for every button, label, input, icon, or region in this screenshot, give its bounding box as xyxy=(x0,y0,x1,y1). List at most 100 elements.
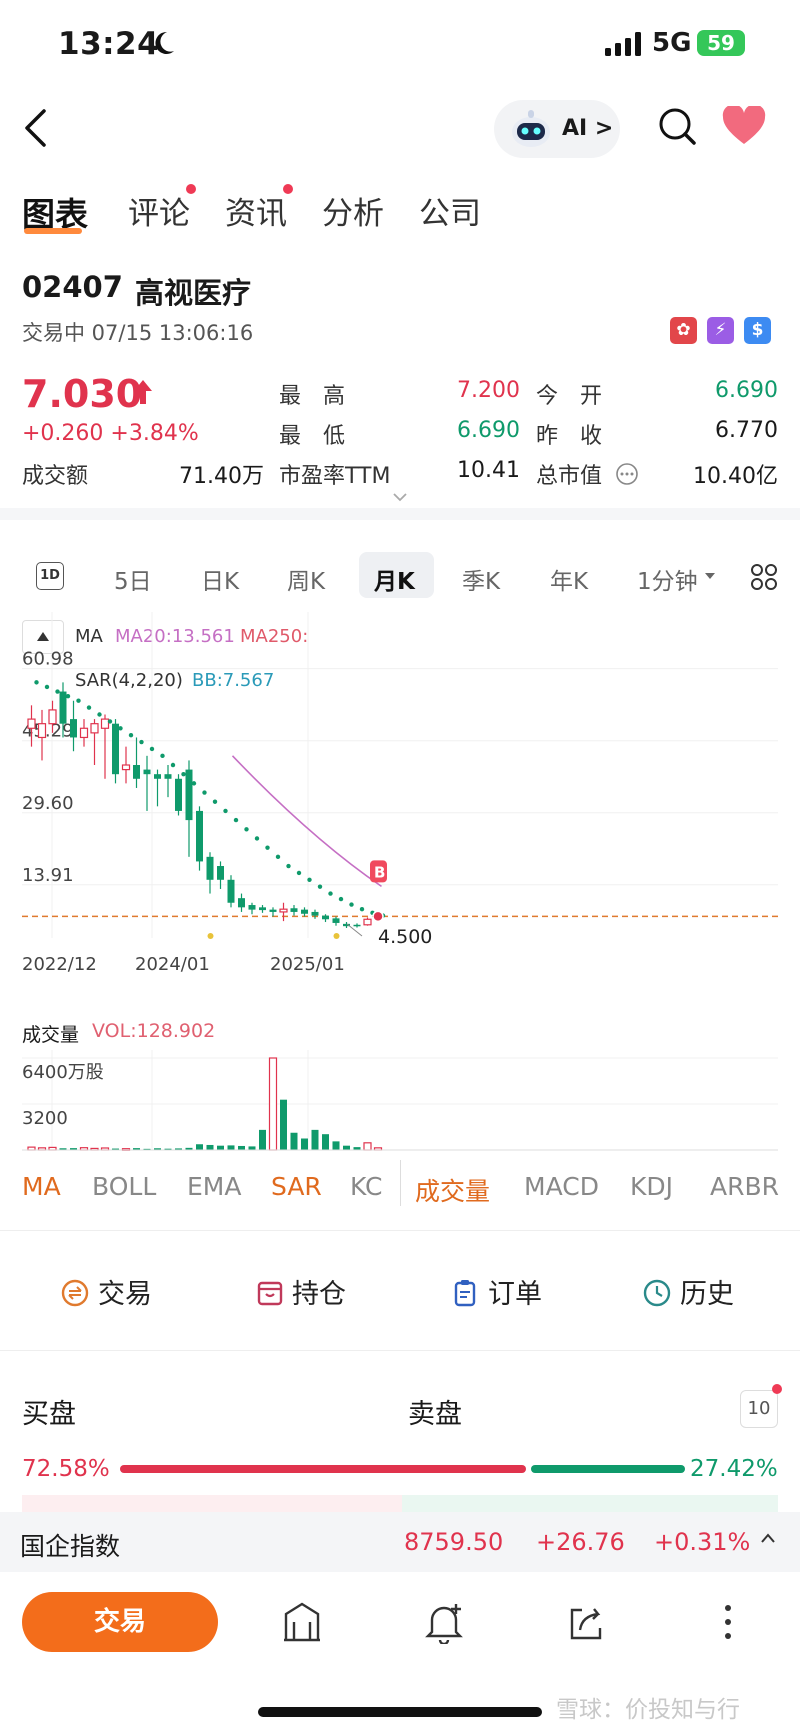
volume-bar xyxy=(343,1145,350,1150)
more-info-icon[interactable] xyxy=(615,462,639,486)
depth-level-button[interactable]: 10 xyxy=(740,1390,778,1428)
last-price-dot xyxy=(372,910,384,923)
price-change: +0.260 +3.84% xyxy=(22,421,199,446)
turnover-label: 成交额 xyxy=(22,464,89,489)
index-name: 国企指数 xyxy=(20,1532,121,1561)
intraday-1d-icon[interactable]: 1D xyxy=(36,562,64,590)
action-trade[interactable]: 交易 xyxy=(98,1272,152,1311)
low-label: 最 低 xyxy=(279,424,346,449)
tab-comments-dot xyxy=(186,184,196,194)
indicator-macd[interactable]: MACD xyxy=(524,1172,599,1201)
building-icon[interactable] xyxy=(282,1600,322,1644)
search-icon[interactable] xyxy=(657,106,697,146)
alert-bell-icon[interactable] xyxy=(424,1600,466,1644)
robot-icon xyxy=(512,110,550,147)
expand-chevron-icon[interactable] xyxy=(392,492,408,502)
ma20-line xyxy=(231,755,382,888)
candle-body xyxy=(206,856,214,880)
trade-button[interactable]: 交易 xyxy=(22,1592,218,1652)
candle-body xyxy=(59,691,67,724)
period-day[interactable]: 日K xyxy=(201,562,239,596)
action-orders[interactable]: 订单 xyxy=(488,1272,542,1311)
sar-dot xyxy=(296,870,302,876)
more-vertical-icon[interactable] xyxy=(718,1600,738,1644)
dropdown-caret-icon[interactable] xyxy=(704,572,716,580)
candle-body xyxy=(70,719,77,738)
level2-icon[interactable]: ⚡ xyxy=(707,317,734,344)
action-history[interactable]: 历史 xyxy=(680,1272,734,1311)
price-up-arrow-icon xyxy=(134,380,152,404)
volume-bar xyxy=(248,1146,256,1150)
grid-layout-icon[interactable] xyxy=(750,563,778,591)
sar-dot xyxy=(317,884,323,889)
volume-bar xyxy=(332,1141,340,1150)
candle-body xyxy=(227,879,235,903)
period-5day[interactable]: 5日 xyxy=(114,562,152,596)
candle-body xyxy=(248,905,256,910)
tab-news[interactable]: 资讯 xyxy=(225,188,287,233)
turnover-value: 71.40万 xyxy=(179,464,264,489)
volume-value: VOL:128.902 xyxy=(92,1020,216,1042)
sar-dot xyxy=(44,684,50,690)
favorite-heart-icon[interactable] xyxy=(722,106,766,146)
sell-side-title: 卖盘 xyxy=(408,1399,462,1430)
indicator-ema[interactable]: EMA xyxy=(187,1172,241,1201)
volume-bar xyxy=(290,1132,298,1150)
action-position[interactable]: 持仓 xyxy=(292,1272,346,1311)
volume-bar xyxy=(311,1129,319,1150)
hk-market-icon[interactable]: ✿ xyxy=(670,317,697,344)
network-type: 5G xyxy=(652,28,692,58)
period-minute[interactable]: 1分钟 xyxy=(637,562,698,596)
indicator-kdj[interactable]: KDJ xyxy=(630,1172,673,1201)
candle-body xyxy=(175,778,182,811)
dollar-icon[interactable]: $ xyxy=(744,317,771,344)
candle-body xyxy=(90,723,99,734)
period-year[interactable]: 年K xyxy=(550,562,588,596)
share-icon[interactable] xyxy=(566,1600,606,1644)
buy-percentage: 72.58% xyxy=(22,1456,110,1482)
candle-body xyxy=(196,810,203,862)
moon-icon xyxy=(155,31,174,54)
period-week[interactable]: 周K xyxy=(287,562,325,596)
period-month[interactable]: 月K xyxy=(374,562,415,596)
sar-dot xyxy=(244,827,249,832)
tab-company[interactable]: 公司 xyxy=(419,188,481,233)
sar-dot xyxy=(55,689,60,694)
candle-body xyxy=(100,718,110,729)
volume-chart[interactable]: 6400万股 3200 xyxy=(22,1050,778,1152)
chevron-up-icon[interactable] xyxy=(760,1532,776,1544)
kline-chart[interactable]: 60.9845.2929.6013.912022/12 2024/01 2025/0… xyxy=(22,612,778,972)
stock-name: 高视医疗 xyxy=(135,276,252,310)
indicator-arbr[interactable]: ARBR xyxy=(710,1172,779,1201)
tab-analysis[interactable]: 分析 xyxy=(322,188,384,233)
candle-body xyxy=(164,774,172,779)
indicator-volume[interactable]: 成交量 xyxy=(415,1172,490,1208)
index-value: 8759.50 xyxy=(404,1528,504,1556)
indicator-sar[interactable]: SAR xyxy=(271,1172,322,1201)
sar-dot xyxy=(65,693,71,699)
x-tick-label: 2022/12 xyxy=(22,954,97,972)
indicator-ma[interactable]: MA xyxy=(22,1172,61,1201)
order-icon xyxy=(454,1280,476,1307)
event-marker xyxy=(207,933,214,939)
sar-dot xyxy=(97,712,102,717)
high-value: 7.200 xyxy=(457,378,520,403)
indicator-separator xyxy=(400,1160,401,1206)
sar-dot xyxy=(338,896,344,902)
x-tick-label: 2025/01 xyxy=(270,954,345,972)
sar-dot xyxy=(212,799,218,804)
pe-label: 市盈率TTM xyxy=(279,464,391,489)
indicator-kc[interactable]: KC xyxy=(350,1172,382,1201)
watermark: 雪球：价投知与行 xyxy=(556,1697,740,1723)
trading-status: 交易中 07/15 13:06:16 xyxy=(22,321,254,345)
candle-body xyxy=(154,774,161,779)
status-time: 13:24 xyxy=(58,26,160,62)
sar-dot xyxy=(275,854,281,860)
indicator-boll[interactable]: BOLL xyxy=(92,1172,156,1201)
back-arrow-icon[interactable] xyxy=(22,108,48,148)
period-quarter[interactable]: 季K xyxy=(462,562,500,596)
volume-bar xyxy=(259,1129,266,1150)
sar-dot xyxy=(265,845,270,850)
candle-body xyxy=(48,709,57,725)
tab-comments[interactable]: 评论 xyxy=(128,188,190,233)
